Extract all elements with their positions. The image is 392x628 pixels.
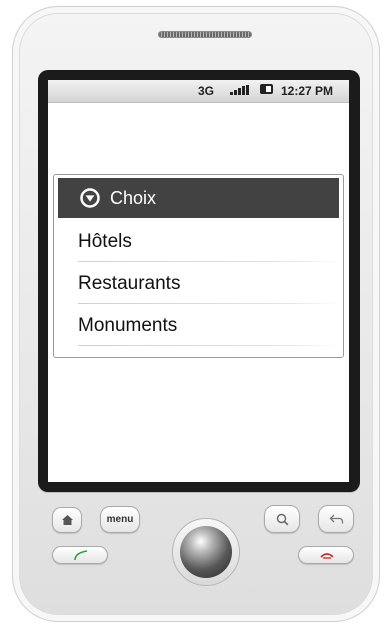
network-type: 3G <box>198 84 215 98</box>
phone-screen: 3G 12:27 PM Choix Hôtels Restaurants Mon… <box>48 80 349 482</box>
choice-dialog: Choix Hôtels Restaurants Monuments <box>53 174 344 358</box>
end-call-button[interactable] <box>298 546 354 564</box>
search-button[interactable] <box>264 505 300 533</box>
end-call-icon <box>320 553 334 559</box>
battery-icon <box>260 84 273 94</box>
earpiece-speaker <box>158 31 252 38</box>
call-button[interactable] <box>52 546 108 564</box>
menu-button[interactable]: menu <box>100 506 140 533</box>
trackball[interactable] <box>180 526 232 578</box>
search-icon <box>276 513 289 526</box>
item-divider <box>78 303 340 304</box>
dialog-header[interactable]: Choix <box>58 178 339 218</box>
dropdown-circle-icon <box>80 188 100 208</box>
list-item-restaurants[interactable]: Restaurants <box>78 263 340 304</box>
call-icon <box>74 550 88 561</box>
list-item-hotels[interactable]: Hôtels <box>78 221 340 262</box>
item-divider <box>78 345 340 346</box>
home-button[interactable] <box>52 507 82 533</box>
item-divider <box>78 261 340 262</box>
status-bar: 3G 12:27 PM <box>48 80 349 103</box>
back-icon <box>329 514 344 524</box>
back-button[interactable] <box>318 505 354 533</box>
home-icon <box>62 515 73 525</box>
dialog-title: Choix <box>110 188 157 208</box>
signal-icon <box>230 85 252 95</box>
status-time: 12:27 PM <box>281 84 334 98</box>
list-item-monuments[interactable]: Monuments <box>78 305 340 346</box>
